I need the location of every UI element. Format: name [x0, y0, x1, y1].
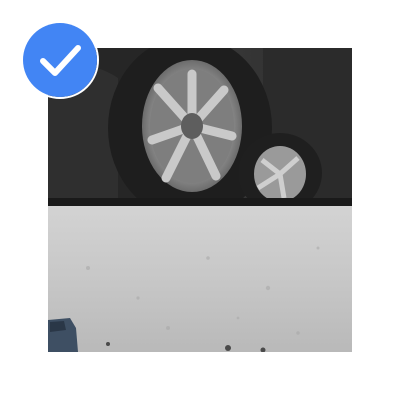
selected-checkmark-badge[interactable] — [21, 21, 99, 99]
image-tile[interactable] — [0, 0, 400, 400]
check-circle-icon — [23, 23, 97, 97]
